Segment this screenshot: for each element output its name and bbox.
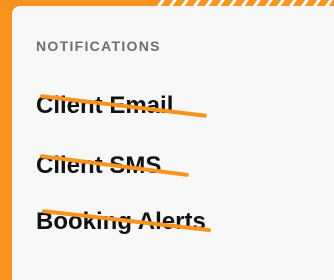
notification-item-client-sms[interactable]: Client SMS [36,152,190,180]
notifications-card: NOTIFICATIONS Client Email Client SMS Bo… [0,0,334,280]
notification-item-client-email[interactable]: Client Email [36,92,208,120]
notification-item-booking-alerts[interactable]: Booking Alerts [36,208,212,236]
notifications-panel: NOTIFICATIONS Client Email Client SMS Bo… [12,6,334,280]
panel-title: NOTIFICATIONS [36,38,161,54]
